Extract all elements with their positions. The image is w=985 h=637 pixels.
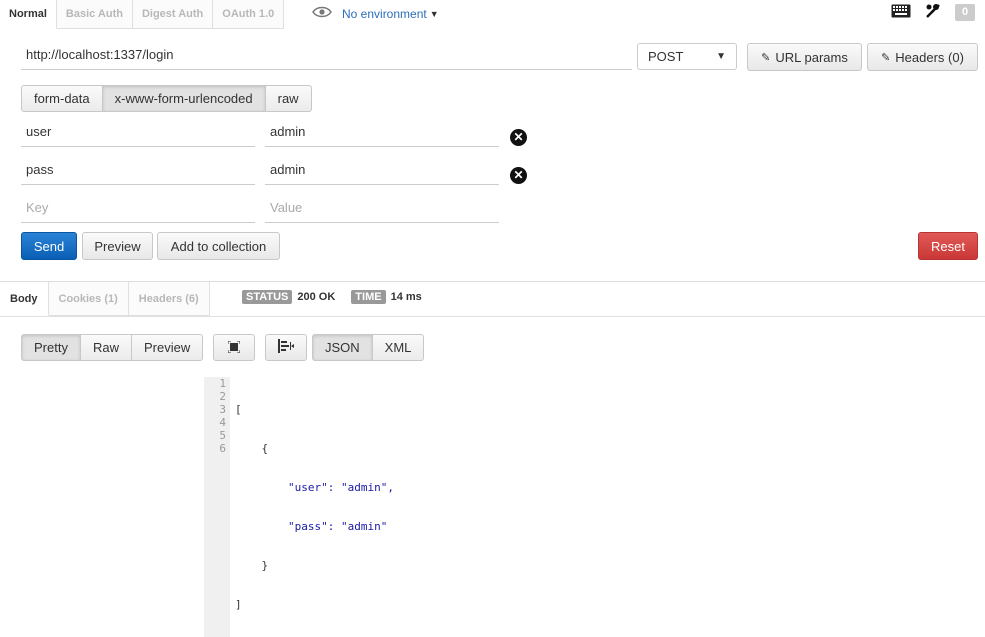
tab-oauth[interactable]: OAuth 1.0 — [213, 0, 285, 29]
url-params-label: URL params — [775, 49, 848, 65]
status-label: STATUS — [242, 290, 293, 304]
top-toolbar: 0 — [891, 3, 975, 22]
edit-icon: ✎ — [761, 51, 771, 64]
method-value: POST — [648, 49, 684, 64]
tab-cookies[interactable]: Cookies (1) — [48, 282, 129, 316]
remove-param-icon[interactable]: ✕ — [510, 167, 527, 184]
environment-selector[interactable]: No environment ▼ — [312, 6, 439, 21]
headers-button[interactable]: ✎ Headers (0) — [867, 43, 978, 71]
param-key-input[interactable]: pass — [21, 155, 255, 185]
code-lines: [ { "user": "admin", "pass": "admin" } ] — [230, 377, 394, 637]
fullscreen-button[interactable] — [213, 334, 255, 361]
code-line: "user": "admin", — [235, 481, 394, 494]
response-tabs: Body Cookies (1) Headers (6) — [0, 282, 210, 316]
response-tabs-border — [0, 316, 985, 317]
line-number: 6 — [219, 442, 226, 455]
body-type-form-data[interactable]: form-data — [21, 85, 103, 112]
eye-icon[interactable] — [312, 6, 332, 21]
view-raw[interactable]: Raw — [79, 334, 132, 361]
headers-label: Headers (0) — [895, 49, 964, 65]
view-preview[interactable]: Preview — [130, 334, 204, 361]
time-value: 14 ms — [390, 291, 422, 303]
format-xml[interactable]: XML — [371, 334, 425, 361]
line-numbers: 1 2 3 4 5 6 — [204, 377, 230, 637]
view-pretty[interactable]: Pretty — [21, 334, 81, 361]
code-line: "pass": "admin" — [235, 520, 388, 533]
body-type-urlencoded[interactable]: x-www-form-urlencoded — [101, 85, 266, 112]
line-number: 1 — [219, 377, 226, 390]
reset-button[interactable]: Reset — [918, 232, 978, 260]
tab-basic-auth[interactable]: Basic Auth — [56, 0, 133, 29]
view-mode-tabs: Pretty Raw Preview — [21, 334, 204, 361]
body-type-tabs: form-data x-www-form-urlencoded raw — [21, 85, 312, 112]
code-line: } — [235, 559, 269, 572]
new-param-key-input[interactable]: Key — [21, 193, 255, 223]
time-label: TIME — [351, 290, 386, 304]
wrap-button[interactable] — [265, 334, 307, 361]
url-params-button[interactable]: ✎ URL params — [747, 43, 862, 71]
wrap-lines-icon — [278, 339, 294, 356]
line-number: 3 — [219, 403, 226, 416]
line-number: 4 — [219, 416, 226, 429]
param-value-input[interactable]: admin — [265, 155, 499, 185]
new-param-value-input[interactable]: Value — [265, 193, 499, 223]
keyboard-icon[interactable] — [891, 4, 911, 21]
line-number: 5 — [219, 429, 226, 442]
body-type-raw[interactable]: raw — [264, 85, 312, 112]
wrench-icon[interactable] — [925, 3, 941, 22]
chevron-down-icon: ▼ — [429, 8, 439, 19]
tab-body[interactable]: Body — [0, 282, 49, 316]
tab-headers[interactable]: Headers (6) — [128, 282, 210, 316]
response-status: STATUS 200 OK TIME 14 ms — [242, 290, 422, 304]
method-select[interactable]: POST ▼ — [637, 43, 737, 70]
code-line: ] — [235, 598, 242, 611]
preview-button[interactable]: Preview — [82, 232, 153, 260]
url-input[interactable]: http://localhost:1337/login — [21, 40, 632, 70]
code-line: { — [235, 442, 269, 455]
notification-badge[interactable]: 0 — [955, 4, 975, 21]
line-number: 2 — [219, 390, 226, 403]
status-value: 200 OK — [297, 291, 336, 303]
tab-digest-auth[interactable]: Digest Auth — [132, 0, 214, 29]
format-json[interactable]: JSON — [312, 334, 373, 361]
add-to-collection-button[interactable]: Add to collection — [157, 232, 280, 260]
format-tabs: JSON XML — [312, 334, 425, 361]
response-code: 1 2 3 4 5 6 [ { "user": "admin", "pass":… — [204, 377, 394, 637]
remove-param-icon[interactable]: ✕ — [510, 129, 527, 146]
param-value-input[interactable]: admin — [265, 117, 499, 147]
edit-icon: ✎ — [881, 51, 891, 64]
fullscreen-icon — [227, 340, 241, 356]
param-key-input[interactable]: user — [21, 117, 255, 147]
chevron-down-icon: ▼ — [716, 51, 726, 62]
auth-tabs: Normal Basic Auth Digest Auth OAuth 1.0 — [0, 0, 285, 29]
environment-label: No environment — [342, 6, 427, 21]
send-button[interactable]: Send — [21, 232, 77, 260]
tab-normal[interactable]: Normal — [0, 0, 57, 29]
code-line: [ — [235, 403, 242, 416]
